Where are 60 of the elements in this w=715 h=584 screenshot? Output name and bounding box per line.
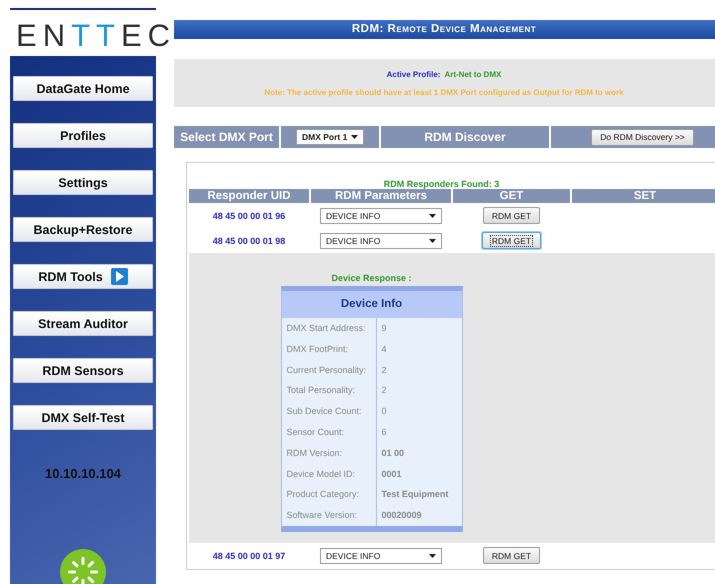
field-value: Test Equipment xyxy=(380,488,450,502)
caret-icon xyxy=(429,554,436,558)
field-label: Sensor Count: xyxy=(282,422,376,443)
field-value: 0001 xyxy=(380,468,403,481)
caret-icon xyxy=(429,238,436,242)
nav-button[interactable]: DMX Self-Test xyxy=(13,405,153,430)
nav-button[interactable]: DataGate Home xyxy=(13,76,153,101)
field-value: 0 xyxy=(380,405,388,418)
caret-icon xyxy=(351,135,358,139)
rdm-get-button[interactable]: RDM GET xyxy=(482,232,542,249)
response-heading: Device Response : xyxy=(331,273,412,283)
field-value: 6 xyxy=(380,426,388,439)
note-text: Note: The active profile should have at least 1 DMX Port configured as Output for RDM to work xyxy=(264,88,624,96)
select-port-label: Select DMX Port xyxy=(174,126,279,148)
profile-label: Active Profile: xyxy=(386,70,440,78)
nav-button[interactable]: Stream Auditor xyxy=(13,311,153,336)
field-label: DMX Start Address: xyxy=(282,318,376,339)
nav-button[interactable]: RDM Sensors xyxy=(13,358,153,383)
field-value: 4 xyxy=(380,342,388,356)
parameter-dropdown[interactable]: DEVICE INFO xyxy=(320,232,442,248)
page-title: RDM: Remote Device Management xyxy=(174,20,715,39)
nav-button[interactable]: Profiles xyxy=(13,123,153,148)
play-icon xyxy=(110,268,128,285)
parameter-dropdown[interactable]: DEVICE INFO xyxy=(320,548,442,564)
field-label: Device Model ID: xyxy=(282,464,376,484)
responders-count: RDM Responders Found: 3 xyxy=(382,179,500,189)
parameter-dropdown[interactable]: DEVICE INFO xyxy=(320,208,442,224)
profile-value: Art-Net to DMX xyxy=(444,70,502,78)
rdm-get-button[interactable]: RDM GET xyxy=(482,547,540,564)
discover-label: RDM Discover xyxy=(381,126,549,148)
loading-icon xyxy=(60,549,106,584)
column-header: Responder UID xyxy=(189,189,309,203)
field-label: DMX FootPrint: xyxy=(282,338,376,360)
field-label: Total Personality: xyxy=(282,380,376,402)
discovery-button[interactable]: Do RDM Discovery >> xyxy=(591,128,694,146)
device-info-title: Device Info xyxy=(282,291,462,318)
field-value: 9 xyxy=(380,322,388,335)
field-label: Current Personality: xyxy=(282,360,376,380)
nav-button[interactable]: RDM Tools xyxy=(13,264,153,289)
field-label: Sub Device Count: xyxy=(282,401,376,422)
enttec-logo: E N T T E C xyxy=(16,22,170,50)
field-value: 00020009 xyxy=(380,509,423,522)
field-value: 2 xyxy=(380,384,388,398)
port-dropdown[interactable]: DMX Port 1 xyxy=(296,129,364,145)
column-header: RDM Parameters xyxy=(311,189,451,203)
ip-address: 10.10.10.104 xyxy=(45,466,121,481)
responder-uid[interactable]: 48 45 00 00 01 96 xyxy=(189,203,309,228)
rdm-get-button[interactable]: RDM GET xyxy=(482,207,540,224)
column-header: SET xyxy=(572,189,715,203)
nav-button[interactable]: Backup+Restore xyxy=(13,217,153,242)
field-value: 2 xyxy=(380,364,388,377)
field-label: Software Version: xyxy=(282,505,376,526)
responder-uid[interactable]: 48 45 00 00 01 97 xyxy=(189,543,309,568)
nav-button[interactable]: Settings xyxy=(13,170,153,195)
field-value: 01 00 xyxy=(380,446,406,460)
caret-icon xyxy=(429,214,436,218)
field-label: Product Category: xyxy=(282,484,376,506)
responder-uid[interactable]: 48 45 00 00 01 98 xyxy=(189,228,309,253)
field-label: RDM Version: xyxy=(282,442,376,464)
column-header: GET xyxy=(453,189,570,203)
